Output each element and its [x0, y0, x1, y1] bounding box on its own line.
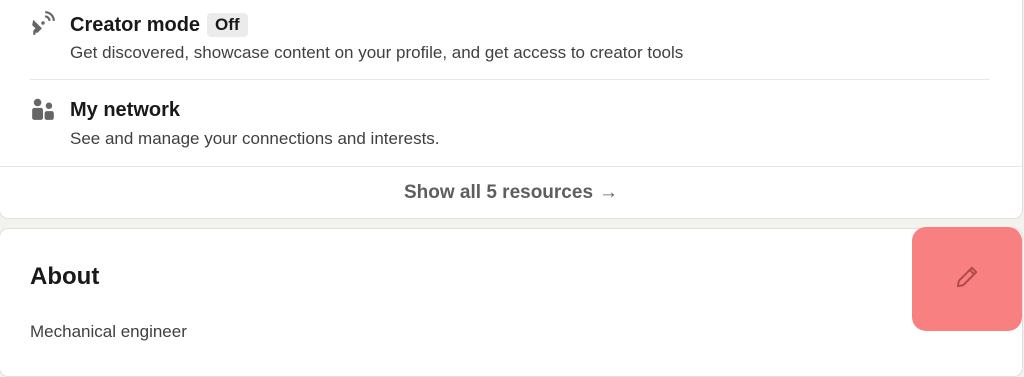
- show-all-resources-button[interactable]: Show all 5 resources →: [0, 166, 1022, 218]
- about-section-title: About: [30, 263, 100, 290]
- creator-mode-title-wrap: Creator mode Off: [70, 13, 248, 37]
- creator-mode-description: Get discovered, showcase content on your…: [70, 43, 684, 62]
- edit-about-button[interactable]: [912, 227, 1022, 331]
- creator-mode-title: Creator mode: [70, 13, 201, 36]
- my-network-row[interactable]: My network See and manage your connectio…: [30, 96, 990, 156]
- satellite-dish-icon: [30, 10, 56, 36]
- show-all-resources-label: Show all 5 resources: [403, 181, 594, 203]
- about-text: Mechanical engineer: [30, 322, 187, 341]
- creator-mode-row[interactable]: Creator mode Off Get discovered, showcas…: [30, 10, 990, 80]
- people-icon: [30, 96, 56, 122]
- my-network-title: My network: [70, 99, 181, 121]
- resources-card: Creator mode Off Get discovered, showcas…: [0, 0, 1022, 218]
- creator-mode-status-badge: Off: [207, 13, 248, 37]
- about-card: About Mechanical engineer: [0, 227, 1022, 376]
- my-network-description: See and manage your connections and inte…: [70, 129, 440, 148]
- pencil-icon: [954, 264, 980, 295]
- arrow-right-icon: →: [599, 181, 619, 203]
